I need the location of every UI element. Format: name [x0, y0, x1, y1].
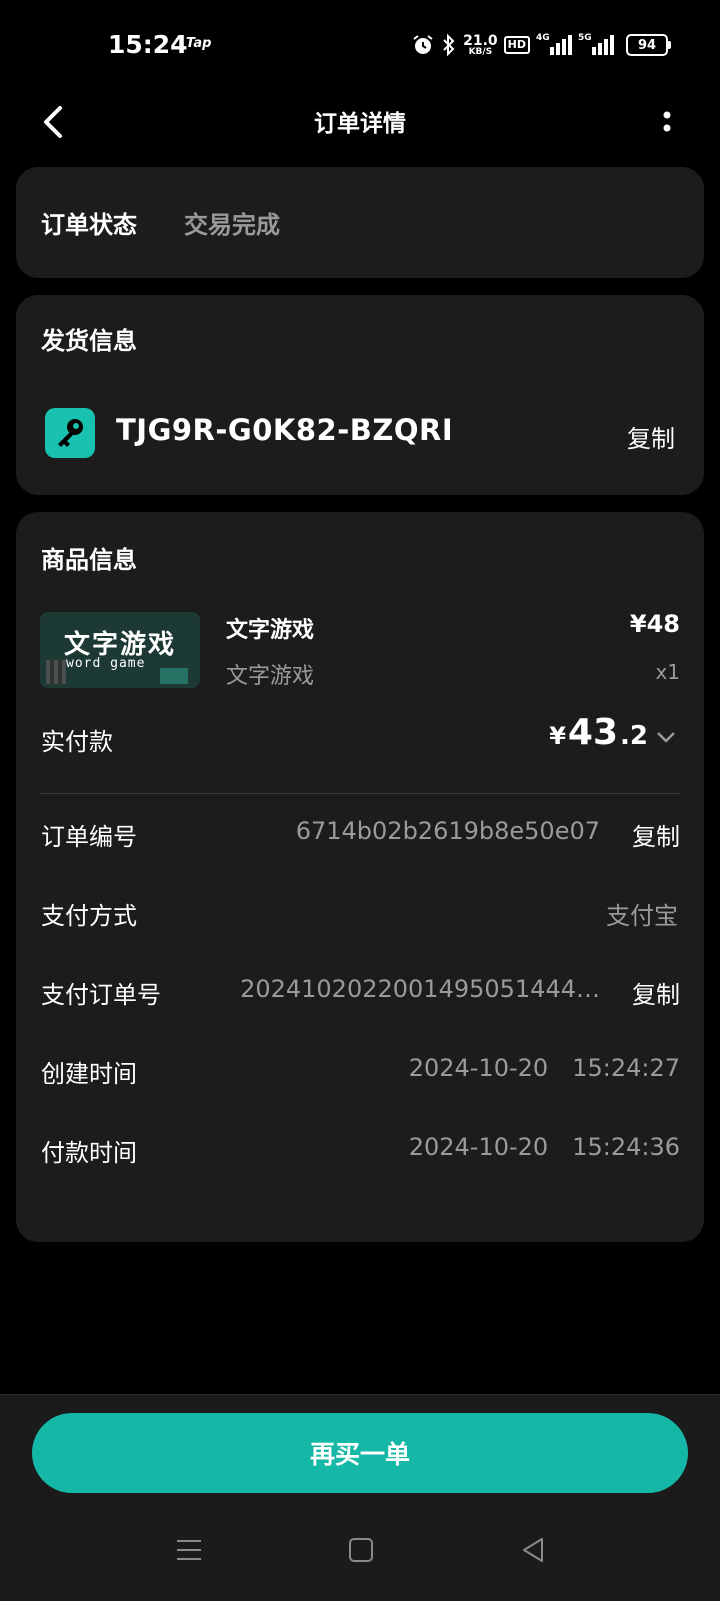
product-name[interactable]: 文字游戏: [226, 612, 314, 644]
thumbnail-subtitle: word game: [66, 656, 146, 671]
payment-method-label: 支付方式: [41, 902, 137, 930]
back-triangle-icon[interactable]: [518, 1535, 548, 1565]
signal-4g-label: 4G: [536, 33, 550, 43]
more-vertical-icon[interactable]: [652, 104, 682, 140]
paid-amount-label: 实付款: [41, 728, 113, 756]
signal-4g-icon: 4G: [536, 33, 572, 55]
net-speed-value: 21.0: [463, 32, 498, 49]
order-status-label: 订单状态: [41, 211, 137, 239]
signal-5g-label: 5G: [578, 33, 592, 43]
home-square-icon[interactable]: [346, 1535, 376, 1565]
rebuy-button[interactable]: 再买一单: [32, 1413, 688, 1493]
status-time: 15:24: [108, 30, 188, 59]
order-status-value: 交易完成: [184, 211, 280, 239]
product-info-title: 商品信息: [41, 546, 137, 574]
page-title: 订单详情: [314, 111, 406, 137]
delivery-info-card: 发货信息 TJG9R-G0K82-BZQRI 复制: [16, 295, 704, 495]
payment-order-number-value: 2024102022001495051444…: [240, 975, 600, 1003]
top-nav-bar: 订单详情: [0, 90, 720, 170]
chevron-down-icon: [656, 729, 676, 748]
copy-key-button[interactable]: 复制: [627, 419, 675, 454]
delivery-title: 发货信息: [41, 327, 137, 355]
license-key-code: TJG9R-G0K82-BZQRI: [116, 413, 454, 447]
battery-icon: 94: [626, 34, 671, 56]
order-status-card: 订单状态 交易完成: [16, 167, 704, 278]
alarm-icon: [411, 33, 435, 57]
pixel-decoration: [160, 668, 188, 684]
paid-amount-toggle[interactable]: ¥ 43 .2: [549, 712, 676, 753]
paid-time-value: 2024-10-20 15:24:36: [409, 1133, 680, 1161]
product-quantity: x1: [655, 660, 680, 684]
bluetooth-icon: [441, 33, 457, 57]
bottom-action-bar: 再买一单: [0, 1394, 720, 1601]
paid-currency: ¥: [549, 722, 566, 750]
paid-date: 2024-10-20: [408, 1133, 549, 1161]
key-icon: [45, 408, 95, 458]
product-price: ¥48: [629, 610, 680, 638]
paid-amount-integer: 43: [567, 712, 619, 753]
payment-order-number-label: 支付订单号: [41, 981, 161, 1009]
copy-payment-order-button[interactable]: 复制: [632, 975, 680, 1010]
signal-5g-icon: 5G: [578, 33, 614, 55]
status-bar: 15:24 Tap 21.0 KB/S HD 4G 5G 94: [0, 0, 720, 90]
payment-method-value: 支付宝: [606, 902, 678, 930]
divider: [40, 793, 680, 794]
product-thumbnail[interactable]: 文字游戏 word game: [40, 612, 200, 688]
copy-order-number-button[interactable]: 复制: [632, 817, 680, 852]
pixel-decoration: [46, 660, 66, 684]
order-number-label: 订单编号: [41, 823, 137, 851]
created-date: 2024-10-20: [408, 1054, 549, 1082]
created-time-value: 2024-10-20 15:24:27: [409, 1054, 680, 1082]
paid-clock: 15:24:36: [572, 1133, 680, 1161]
created-clock: 15:24:27: [572, 1054, 680, 1082]
network-speed: 21.0 KB/S: [463, 34, 498, 57]
hd-voice-icon: HD: [503, 36, 530, 54]
created-time-label: 创建时间: [41, 1060, 137, 1088]
order-number-value: 6714b02b2619b8e50e07: [295, 817, 600, 845]
paid-amount-decimal: .2: [620, 721, 648, 751]
tap-app-indicator: Tap: [186, 36, 212, 51]
paid-time-label: 付款时间: [41, 1139, 137, 1167]
menu-icon[interactable]: [174, 1535, 204, 1565]
net-speed-unit: KB/S: [468, 46, 493, 57]
product-info-card: 商品信息 文字游戏 word game 文字游戏 文字游戏 ¥48 x1 实付款…: [16, 512, 704, 1242]
status-icons: 21.0 KB/S HD 4G 5G 94: [411, 30, 671, 60]
product-subtitle: 文字游戏: [226, 664, 315, 689]
